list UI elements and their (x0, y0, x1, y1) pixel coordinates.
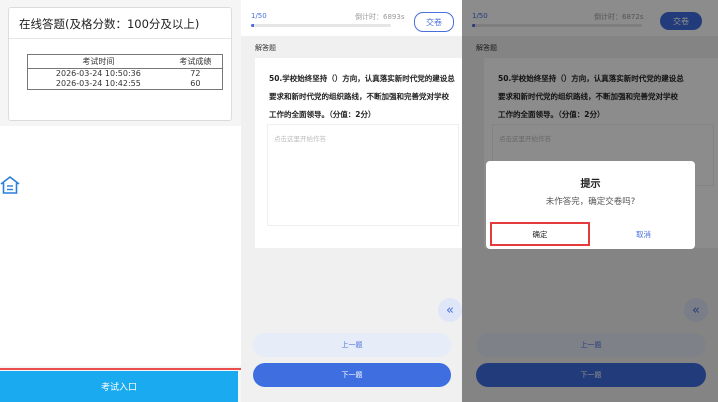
dialog-message: 未作答完，确定交卷吗? (545, 197, 636, 207)
progress-fill (251, 24, 254, 27)
exam-score-cell: 60 (168, 79, 223, 90)
question-progress: 1/50 (251, 12, 267, 20)
question-text: 50.学校始终坚持（）方向，认真落实新时代党的建设总要求和新时代党的组织路线，不… (269, 74, 455, 119)
home-icon[interactable] (0, 174, 20, 196)
confirm-dialog: 提示 未作答完，确定交卷吗? 确定 取消 (486, 161, 695, 249)
card-divider (9, 38, 231, 39)
content-area (0, 126, 241, 366)
highlight-line (0, 368, 241, 370)
answer-placeholder: 点击这里开始作答 (274, 135, 326, 143)
countdown-timer: 倒计时：6893s (355, 13, 405, 21)
table-header-row: 考试时间 考试成绩 (27, 54, 223, 69)
exam-submit-confirm-panel: 1/50 倒计时：6872s 交卷 解答题 50.学校始终坚持（）方向，认真落实… (462, 0, 718, 402)
exam-time-cell: 2026-03-24 10:50:36 (55, 69, 141, 78)
table-row: 2026-03-24 10:50:36 72 (28, 69, 223, 80)
next-question-button[interactable]: 下一题 (253, 363, 451, 387)
confirm-button[interactable]: 确定 (490, 222, 590, 246)
submit-exam-button[interactable]: 交卷 (414, 12, 454, 32)
cancel-button[interactable]: 取消 (596, 224, 691, 244)
exam-score-cell: 72 (190, 69, 201, 78)
header-exam-score: 考试成绩 (168, 54, 223, 69)
score-card: 在线答题(及格分数：100分及以上) 考试时间 考试成绩 2026-03-24 … (8, 7, 232, 121)
card-title: 在线答题(及格分数：100分及以上) (19, 17, 200, 31)
exam-time-cell: 2026-03-24 10:42:55 (27, 79, 169, 90)
collapse-icon[interactable]: « (438, 298, 462, 322)
header-exam-time: 考试时间 (27, 54, 169, 69)
progress-bar (251, 24, 391, 27)
exam-home-panel: 在线答题(及格分数：100分及以上) 考试时间 考试成绩 2026-03-24 … (0, 0, 241, 402)
prev-question-button[interactable]: 上一题 (253, 333, 451, 357)
exam-entry-button[interactable]: 考试入口 (0, 371, 238, 402)
answer-input[interactable]: 点击这里开始作答 (267, 124, 459, 226)
exam-header: 1/50 倒计时：6893s 交卷 (241, 0, 462, 36)
table-row: 2026-03-24 10:42:55 60 (27, 79, 223, 90)
dialog-title: 提示 (580, 179, 601, 190)
question-type-label: 解答题 (255, 44, 276, 52)
score-table: 考试时间 考试成绩 2026-03-24 10:50:36 72 2026-03… (27, 54, 223, 90)
exam-question-panel: 1/50 倒计时：6893s 交卷 解答题 50.学校始终坚持（）方向，认真落实… (241, 0, 462, 402)
